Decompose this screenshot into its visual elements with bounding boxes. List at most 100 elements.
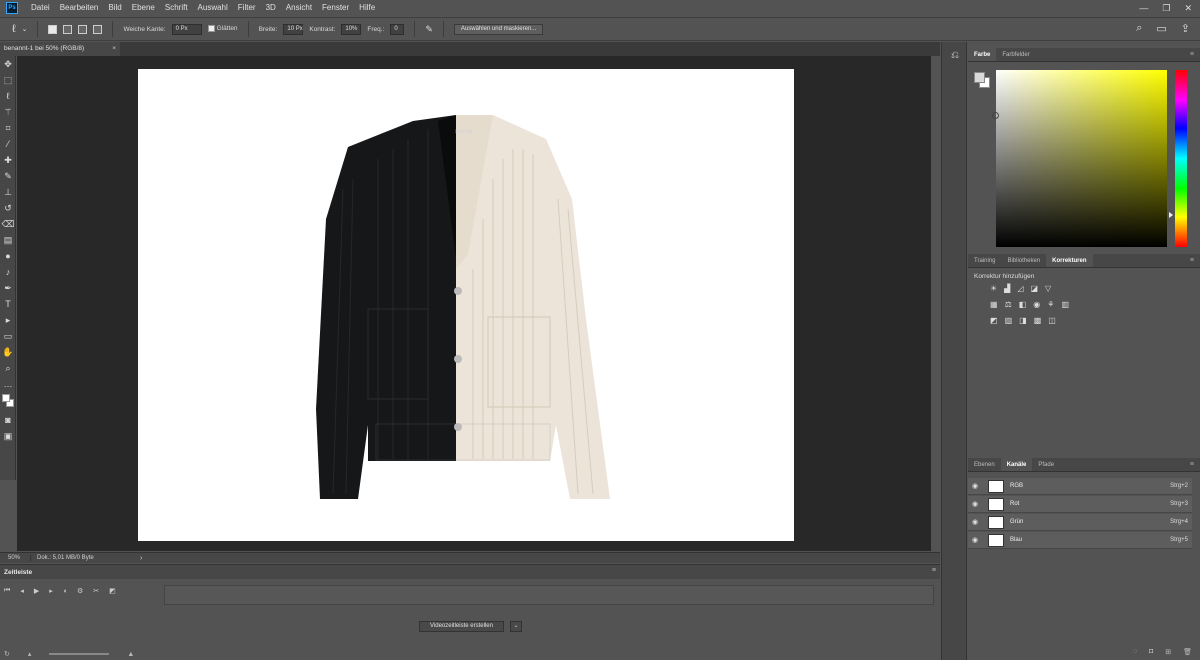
next-frame-icon[interactable]: ▸ bbox=[49, 587, 53, 595]
threshold-icon[interactable]: ◨ bbox=[1019, 316, 1027, 325]
contrast-input[interactable]: 10% bbox=[341, 23, 362, 35]
tab-kanaele[interactable]: Kanäle bbox=[1000, 458, 1033, 471]
split-icon[interactable]: ✂ bbox=[93, 587, 99, 595]
color-picker-field[interactable] bbox=[992, 70, 1167, 247]
color-swatches[interactable] bbox=[974, 72, 992, 90]
new-channel-icon[interactable]: ⊞ bbox=[1165, 648, 1171, 656]
minimize-button[interactable]: — bbox=[1139, 3, 1148, 13]
hue-slider[interactable] bbox=[1175, 70, 1187, 247]
menu-hilfe[interactable]: Hilfe bbox=[354, 0, 380, 16]
share-icon[interactable]: ⇪ bbox=[1181, 22, 1190, 35]
curves-icon[interactable]: ◿ bbox=[1017, 284, 1023, 293]
vibrance-icon[interactable]: ▽ bbox=[1045, 284, 1051, 293]
audio-icon[interactable]: ◖ bbox=[63, 588, 67, 595]
channel-row-rgb[interactable]: ◉ RGB Strg+2 bbox=[968, 478, 1192, 495]
history-brush-icon[interactable]: ↺ bbox=[0, 200, 16, 216]
screen-mode-icon[interactable]: ▣ bbox=[0, 428, 16, 444]
document-canvas[interactable]: MOOSE bbox=[138, 69, 794, 541]
blur-tool-icon[interactable]: ● bbox=[0, 248, 16, 264]
picker-cursor[interactable] bbox=[992, 112, 999, 119]
hand-tool-icon[interactable]: ✋ bbox=[0, 344, 16, 360]
menu-auswahl[interactable]: Auswahl bbox=[193, 0, 233, 16]
black-white-icon[interactable]: ◧ bbox=[1019, 300, 1027, 309]
channel-row-blau[interactable]: ◉ Blau Strg+5 bbox=[968, 532, 1192, 549]
chevron-right-icon[interactable]: › bbox=[140, 555, 142, 562]
color-balance-icon[interactable]: ⚖ bbox=[1005, 300, 1012, 309]
chevron-down-icon[interactable]: ⌄ bbox=[22, 25, 28, 33]
eraser-tool-icon[interactable]: ⌫ bbox=[0, 216, 16, 232]
subtract-selection-icon[interactable] bbox=[78, 24, 88, 34]
menu-ebene[interactable]: Ebene bbox=[127, 0, 160, 16]
invert-icon[interactable]: ◩ bbox=[990, 316, 998, 325]
antialias-checkbox[interactable]: Glätten bbox=[207, 25, 238, 33]
play-icon[interactable]: ▶ bbox=[34, 587, 39, 595]
panel-menu-icon[interactable]: ≡ bbox=[1190, 48, 1194, 62]
panel-menu-icon[interactable]: ≡ bbox=[1190, 458, 1194, 472]
timeline-track[interactable] bbox=[164, 585, 934, 605]
move-tool-icon[interactable]: ✥ bbox=[0, 56, 16, 72]
search-icon[interactable]: ⌕ bbox=[1136, 22, 1142, 35]
marquee-tool-icon[interactable]: ⬚ bbox=[0, 72, 16, 88]
type-tool-icon[interactable]: T bbox=[0, 296, 16, 312]
menu-filter[interactable]: Filter bbox=[233, 0, 261, 16]
transition-icon[interactable]: ◩ bbox=[109, 587, 116, 595]
path-selection-icon[interactable]: ▸ bbox=[0, 312, 16, 328]
new-selection-icon[interactable] bbox=[48, 24, 58, 34]
select-and-mask-button[interactable]: Auswählen und maskieren... bbox=[453, 23, 544, 35]
add-selection-icon[interactable] bbox=[63, 24, 73, 34]
history-icon[interactable]: ⎌ bbox=[942, 42, 968, 68]
foreground-color-swatch[interactable] bbox=[2, 394, 10, 402]
channel-row-rot[interactable]: ◉ Rot Strg+3 bbox=[968, 496, 1192, 513]
menu-bearbeiten[interactable]: Bearbeiten bbox=[55, 0, 104, 16]
zoom-in-icon[interactable]: ▲ bbox=[127, 651, 134, 658]
hue-marker-icon[interactable] bbox=[1169, 212, 1173, 218]
zoom-level[interactable]: 50% bbox=[0, 555, 30, 561]
stamp-tool-icon[interactable]: ⊥ bbox=[0, 184, 16, 200]
menu-datei[interactable]: Datei bbox=[26, 0, 55, 16]
exposure-icon[interactable]: ◪ bbox=[1030, 284, 1038, 293]
healing-brush-icon[interactable]: ✚ bbox=[0, 152, 16, 168]
intersect-selection-icon[interactable] bbox=[93, 24, 103, 34]
brightness-icon[interactable]: ☀ bbox=[990, 284, 997, 293]
first-frame-icon[interactable]: ⏮ bbox=[4, 587, 10, 595]
tab-bibliotheken[interactable]: Bibliotheken bbox=[1001, 254, 1046, 267]
magnetic-lasso-icon[interactable]: ℓ bbox=[12, 23, 16, 35]
foreground-color-swatch[interactable] bbox=[974, 72, 985, 83]
zoom-out-icon[interactable]: ▴ bbox=[28, 650, 32, 658]
restore-button[interactable]: ❐ bbox=[1162, 3, 1170, 14]
gradient-map-icon[interactable]: ▩ bbox=[1034, 316, 1042, 325]
tab-pfade[interactable]: Pfade bbox=[1032, 458, 1060, 471]
frequency-input[interactable]: 0 bbox=[390, 23, 405, 35]
channel-mixer-icon[interactable]: ⚘ bbox=[1047, 300, 1054, 309]
dodge-tool-icon[interactable]: ♪ bbox=[0, 264, 16, 280]
pen-pressure-icon[interactable]: ✎ bbox=[425, 24, 433, 35]
convert-icon[interactable]: ↻ bbox=[4, 650, 10, 658]
workspace-icon[interactable]: ▭ bbox=[1156, 22, 1166, 35]
menu-schrift[interactable]: Schrift bbox=[160, 0, 193, 16]
create-video-timeline-button[interactable]: Videozeitleiste erstellen bbox=[419, 621, 504, 632]
selective-color-icon[interactable]: ◫ bbox=[1048, 316, 1056, 325]
crop-tool-icon[interactable]: ⌗ bbox=[0, 120, 16, 136]
gradient-tool-icon[interactable]: ▤ bbox=[0, 232, 16, 248]
visibility-eye-icon[interactable]: ◉ bbox=[968, 500, 982, 508]
quick-mask-icon[interactable]: ◙ bbox=[0, 412, 16, 428]
close-button[interactable]: ✕ bbox=[1184, 3, 1192, 14]
load-selection-icon[interactable]: ◌ bbox=[1133, 648, 1137, 656]
color-swatches[interactable] bbox=[0, 392, 16, 412]
document-tab[interactable]: benannt-1 bei 50% (RGB/8) × bbox=[0, 42, 120, 56]
tab-ebenen[interactable]: Ebenen bbox=[968, 458, 1001, 471]
previous-frame-icon[interactable]: ◂ bbox=[20, 587, 24, 595]
tab-training[interactable]: Training bbox=[968, 254, 1001, 267]
tab-korrekturen[interactable]: Korrekturen bbox=[1046, 254, 1093, 267]
visibility-eye-icon[interactable]: ◉ bbox=[968, 518, 982, 526]
menu-fenster[interactable]: Fenster bbox=[317, 0, 354, 16]
channel-row-gruen[interactable]: ◉ Grün Strg+4 bbox=[968, 514, 1192, 531]
tab-farbe[interactable]: Farbe bbox=[968, 48, 997, 61]
eyedropper-icon[interactable]: ⁄ bbox=[0, 136, 16, 152]
rectangle-tool-icon[interactable]: ▭ bbox=[0, 328, 16, 344]
panel-menu-icon[interactable]: ≡ bbox=[1190, 254, 1194, 268]
canvas-area[interactable]: MOOSE bbox=[17, 56, 931, 551]
timeline-zoom-slider[interactable] bbox=[49, 653, 110, 655]
posterize-icon[interactable]: ▨ bbox=[1005, 316, 1013, 325]
width-input[interactable]: 10 Px bbox=[283, 23, 304, 35]
